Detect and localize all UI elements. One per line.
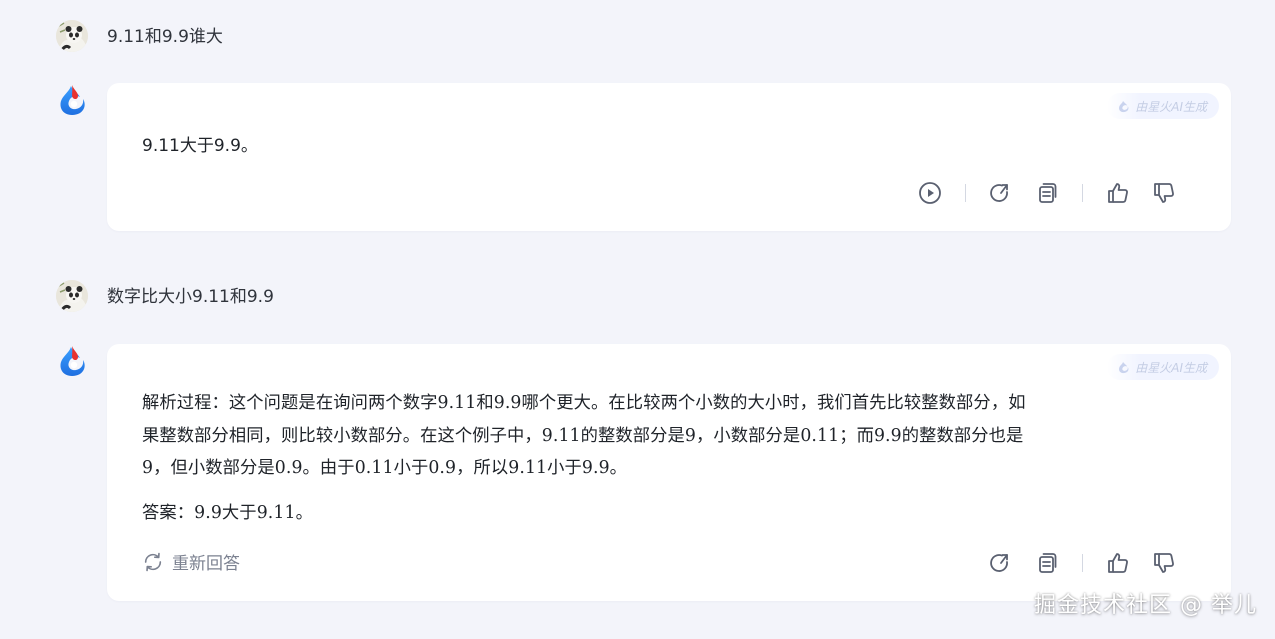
ai-response-card: 由星火AI生成 9.11大于9.9。 (107, 83, 1231, 231)
panda-avatar-icon (56, 20, 88, 52)
divider (1082, 184, 1083, 202)
copy-button[interactable] (1033, 179, 1061, 207)
answer-line: 解析过程：这个问题是在询问两个数字9.11和9.9哪个更大。在比较两个小数的大小… (142, 393, 1026, 413)
ai-response-card: 由星火AI生成 解析过程：这个问题是在询问两个数字9.11和9.9哪个更大。在比… (107, 344, 1231, 601)
answer-line: 9，但小数部分是0.9。由于0.11小于0.9，所以9.11小于9.9。 (142, 458, 628, 478)
user-avatar (56, 280, 88, 312)
ai-generated-badge: 由星火AI生成 (1107, 93, 1219, 119)
ai-answer-paragraph: 解析过程：这个问题是在询问两个数字9.11和9.9哪个更大。在比较两个小数的大小… (142, 387, 1201, 485)
regenerate-button[interactable]: 重新回答 (142, 549, 240, 574)
spark-small-icon (1119, 361, 1129, 373)
thumbs-down-icon (1154, 553, 1174, 573)
share-button[interactable] (985, 549, 1013, 577)
panda-avatar-icon (56, 280, 88, 312)
spark-logo-icon (60, 346, 85, 376)
thumbs-down-icon (1154, 183, 1174, 203)
copy-icon (1039, 183, 1057, 203)
ai-generated-badge: 由星火AI生成 (1107, 354, 1219, 380)
user-message: 9.11和9.9谁大 (107, 27, 223, 47)
play-audio-button[interactable] (916, 179, 944, 207)
watermark: 掘金技术社区 @ 举儿 (1034, 593, 1257, 618)
thumbs-up-icon (1108, 553, 1128, 573)
dislike-button[interactable] (1150, 549, 1178, 577)
spark-small-icon (1119, 100, 1129, 112)
regenerate-label: 重新回答 (172, 554, 240, 574)
like-button[interactable] (1104, 549, 1132, 577)
play-icon (919, 182, 941, 204)
refresh-icon (990, 554, 1008, 572)
ai-badge-label: 由星火AI生成 (1135, 360, 1207, 375)
ai-avatar (56, 345, 88, 377)
ai-badge-label: 由星火AI生成 (1135, 99, 1207, 114)
ai-avatar (56, 84, 88, 116)
user-avatar (56, 20, 88, 52)
ai-answer-text: 9.11大于9.9。 (142, 136, 258, 156)
refresh-icon (144, 552, 162, 571)
refresh-icon (990, 184, 1008, 202)
divider (1082, 554, 1083, 572)
copy-button[interactable] (1033, 549, 1061, 577)
like-button[interactable] (1104, 179, 1132, 207)
answer-line: 果整数部分相同，则比较小数部分。在这个例子中，9.11的整数部分是9，小数部分是… (142, 425, 1024, 446)
divider (965, 184, 966, 202)
user-message: 数字比大小9.11和9.9 (107, 287, 274, 307)
dislike-button[interactable] (1150, 179, 1178, 207)
copy-icon (1039, 553, 1057, 573)
thumbs-up-icon (1108, 183, 1128, 203)
spark-logo-icon (60, 85, 85, 115)
share-button[interactable] (985, 179, 1013, 207)
ai-answer-conclusion: 答案：9.9大于9.11。 (142, 503, 313, 523)
